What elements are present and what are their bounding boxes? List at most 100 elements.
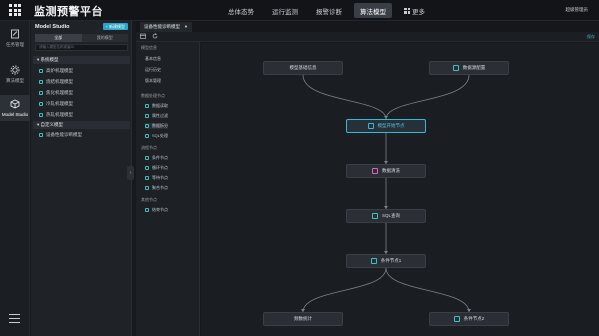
tree-item-label: 烧结机理模型 [46, 79, 73, 84]
node-icon [145, 186, 149, 190]
group-custom-models[interactable]: ▾ 自定义模型 [33, 121, 130, 129]
save-button[interactable]: 保存 [587, 34, 595, 40]
nav-alarm-diagnosis[interactable]: 报警诊断 [310, 3, 348, 18]
user-name[interactable]: 超级管理员 [566, 7, 589, 13]
top-bar: 监测预警平台 总体态势 运行监测 报警诊断 算法模型 更多 超级管理员 [0, 0, 599, 21]
flow-node-condition-1[interactable]: 条件节点1 [346, 254, 426, 268]
palette-item-label: 属性过滤 [152, 113, 168, 118]
sql-icon [371, 213, 378, 219]
nav-more-label: 更多 [412, 8, 425, 16]
caret-down-icon: ▼ [184, 24, 188, 29]
palette-item[interactable]: 数据拆分 [145, 123, 168, 129]
tree-item[interactable]: 烧结机理模型 [39, 79, 73, 85]
group-system-models[interactable]: ▾ 系统模型 [33, 56, 130, 64]
node-label: SQL查询 [381, 213, 400, 218]
nav-monitoring[interactable]: 运行监测 [266, 3, 304, 18]
flow-node-start[interactable]: 模型开始节点 [346, 119, 426, 133]
flow-node-frequency[interactable]: 频数统计 [263, 312, 343, 326]
palette-item[interactable]: 数据读取 [145, 103, 168, 109]
node-label: 条件节点1 [380, 258, 402, 263]
document-icon [372, 168, 378, 174]
tab-all[interactable]: 全部 [35, 34, 82, 42]
rail-label-model-studio: Model Studio [1, 112, 29, 117]
tab-mine[interactable]: 我的模型 [82, 34, 129, 42]
canvas-toolbar: 保存 [136, 32, 599, 42]
top-nav: 总体态势 运行监测 报警诊断 算法模型 更多 [222, 3, 431, 18]
collapse-panel-button[interactable]: ‹ [127, 166, 134, 180]
node-label: 频数统计 [294, 316, 312, 321]
rail-item-algorithm[interactable]: 算法模型 [0, 65, 30, 84]
model-icon [39, 113, 43, 117]
tree-item[interactable]: 冷轧机理模型 [39, 101, 73, 107]
palette-item[interactable]: 运行历史 [145, 67, 161, 73]
node-icon [145, 134, 149, 138]
tree-item[interactable]: 热轧机理模型 [39, 112, 73, 118]
palette-item[interactable]: 结束节点 [145, 207, 168, 213]
palette-item[interactable]: 基本信息 [145, 56, 161, 62]
rail-item-model-studio[interactable]: Model Studio [0, 95, 30, 121]
tab-active-model[interactable]: 设备性能诊断模型 ▼ [140, 22, 192, 32]
flow-edges [301, 74, 471, 313]
panel-tabs: 全部 我的模型 [35, 34, 128, 42]
palette-item[interactable]: 循环节点 [145, 165, 168, 171]
palette-heading: 其他节点 [141, 197, 157, 202]
palette-item-label: 聚合节点 [152, 185, 168, 190]
palette-item[interactable]: 等待节点 [145, 175, 168, 181]
gear-icon [10, 65, 20, 75]
model-studio-panel: Model Studio + 新建模型 全部 我的模型 请输入模型名称或者ID … [31, 21, 132, 336]
menu-icon[interactable] [9, 314, 20, 326]
tree-item[interactable]: 设备性能诊断模型 [39, 132, 82, 138]
palette-item-label: SQL处理 [152, 133, 169, 138]
flow-node-data-clean[interactable]: 数据清洗 [346, 164, 426, 178]
rail-label-algorithm: 算法模型 [6, 78, 24, 83]
palette-heading: 模型信息 [141, 45, 157, 50]
tab-label: 设备性能诊断模型 [144, 24, 180, 29]
flow-node-model-info[interactable]: 模型基础信息 [263, 61, 343, 75]
palette-item[interactable]: 聚合节点 [145, 185, 168, 191]
new-model-button[interactable]: + 新建模型 [102, 23, 128, 30]
model-search-input[interactable]: 请输入模型名称或者ID [35, 44, 128, 51]
palette-item[interactable]: SQL处理 [145, 133, 168, 139]
rail-label-task: 任务管理 [6, 42, 24, 47]
node-icon [145, 104, 149, 108]
panel-title: Model Studio [35, 24, 70, 30]
palette-heading: 数据处理节点 [141, 93, 165, 98]
rail-item-task[interactable]: 任务管理 [0, 29, 30, 48]
tree-item-label: 设备性能诊断模型 [46, 132, 82, 137]
node-label: 条件节点2 [463, 316, 485, 321]
flow-canvas[interactable]: 模型基础信息 数据源配置 模型开始节点 数据清洗 SQL查询 条件节点1 频数统… [201, 43, 599, 336]
node-label: 模型基础信息 [289, 65, 317, 70]
tree-item-label: 焦化机理模型 [46, 90, 73, 95]
node-icon [145, 124, 149, 128]
hierarchy-icon [452, 65, 459, 71]
model-icon [39, 69, 43, 73]
nav-algorithm-model[interactable]: 算法模型 [354, 3, 392, 18]
palette-item-label: 循环节点 [152, 165, 168, 170]
flow-node-data-source[interactable]: 数据源配置 [429, 61, 509, 75]
condition-icon [370, 258, 377, 264]
left-rail: 任务管理 算法模型 Model Studio [0, 21, 30, 336]
nav-overview[interactable]: 总体态势 [222, 3, 260, 18]
node-icon [145, 114, 149, 118]
refresh-icon[interactable] [152, 33, 158, 41]
palette-item[interactable]: 条件节点 [145, 155, 168, 161]
model-icon [39, 91, 43, 95]
flow-node-sql[interactable]: SQL查询 [346, 209, 426, 223]
nav-more[interactable]: 更多 [398, 3, 431, 18]
palette-item[interactable]: 版本管理 [145, 78, 161, 84]
node-label: 模型开始节点 [377, 123, 405, 128]
apps-grid-icon[interactable] [9, 4, 21, 16]
palette-item-label: 等待节点 [152, 175, 168, 180]
model-icon [39, 80, 43, 84]
flow-node-condition-2[interactable]: 条件节点2 [429, 312, 509, 326]
palette-item-label: 数据拆分 [152, 123, 168, 128]
task-icon [10, 29, 20, 39]
palette-item[interactable]: 属性过滤 [145, 113, 168, 119]
palette-item-label: 条件节点 [152, 155, 168, 160]
tree-item[interactable]: 焦化机理模型 [39, 90, 73, 96]
node-icon [145, 176, 149, 180]
brand-title: 监测预警平台 [34, 6, 103, 18]
tree-item[interactable]: 高炉机理模型 [39, 68, 73, 74]
palette-heading: 流程节点 [141, 145, 157, 150]
calendar-icon[interactable] [140, 33, 146, 41]
